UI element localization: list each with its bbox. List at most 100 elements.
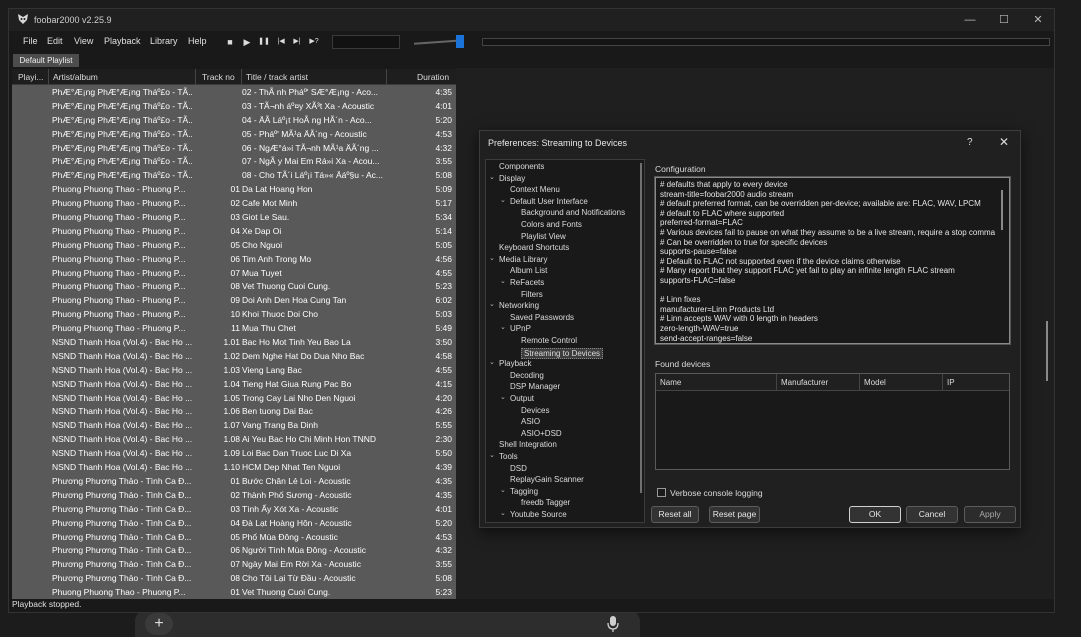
found-devices-list[interactable]: Name Manufacturer Model IP [655,373,1010,470]
table-row[interactable]: Phuong Phuong Thao - Phuong P... 07 Mua Tu… [12,267,456,281]
tree-item-colors-and-fonts[interactable]: Colors and Fonts [521,220,582,229]
column-divider[interactable] [195,69,196,85]
table-row[interactable]: Phương Phương Thảo - Tình Ca Đ... 04 Đà Lạ… [12,517,456,531]
col-model[interactable]: Model [864,378,886,387]
table-row[interactable]: NSND Thanh Hoa (Vol.4) - Bac Ho ... 1.03 V… [12,364,456,378]
maximize-icon[interactable]: ☐ [997,13,1011,27]
cancel-button[interactable]: Cancel [906,506,958,523]
tree-item-devices[interactable]: Devices [521,406,549,415]
table-row[interactable]: NSND Thanh Hoa (Vol.4) - Bac Ho ... 1.10 H… [12,461,456,475]
tree-item-decoding[interactable]: Decoding [510,371,544,380]
menu-edit[interactable]: Edit [47,36,63,46]
table-row[interactable]: Phương Phương Thảo - Tình Ca Đ... 07 Ngày … [12,558,456,572]
tree-item-media-library[interactable]: Media Library [499,255,547,264]
col-artist-album[interactable]: Artist/album [53,72,98,82]
reset-page-button[interactable]: Reset page [709,506,760,523]
close-window-icon[interactable]: ✕ [1031,13,1045,27]
col-playing[interactable]: Playi... [18,72,44,82]
apply-button[interactable]: Apply [964,506,1016,523]
tree-item-saved-passwords[interactable]: Saved Passwords [510,313,574,322]
column-divider[interactable] [386,69,387,85]
menu-view[interactable]: View [74,36,93,46]
expand-chevron-icon[interactable]: ⌄ [489,300,495,308]
panel-scrollbar[interactable] [1046,321,1048,381]
table-row[interactable]: Phương Phương Thảo - Tình Ca Đ... 03 Tình … [12,503,456,517]
table-row[interactable]: Phuong Phuong Thao - Phuong P... 09 Doi An… [12,294,456,308]
table-row[interactable]: Phuong Phuong Thao - Phuong P... 01 Vet Th… [12,586,456,599]
tree-item-components[interactable]: Components [499,162,544,171]
play-icon[interactable]: ▶ [240,36,254,48]
reset-all-button[interactable]: Reset all [651,506,699,523]
table-row[interactable]: NSND Thanh Hoa (Vol.4) - Bac Ho ... 1.06 B… [12,405,456,419]
tree-item-tools[interactable]: Tools [499,452,518,461]
table-row[interactable]: PhÆ°Æ¡ng PhÆ°Æ¡ng Tháº£o - TÃ... 05 - Phá… [12,128,456,142]
table-row[interactable]: PhÆ°Æ¡ng PhÆ°Æ¡ng Tháº£o - TÃ... 04 - ÄÃ … [12,114,456,128]
stop-icon[interactable]: ■ [223,36,237,48]
tree-item-streaming-to-devices[interactable]: Streaming to Devices [521,347,604,359]
table-row[interactable]: Phuong Phuong Thao - Phuong P... 01 Da Lat… [12,183,456,197]
table-row[interactable]: NSND Thanh Hoa (Vol.4) - Bac Ho ... 1.07 V… [12,419,456,433]
microphone-icon[interactable] [606,615,620,633]
tree-item-tagging[interactable]: Tagging [510,487,538,496]
table-row[interactable]: Phương Phương Thảo - Tình Ca Đ... 02 Thành… [12,489,456,503]
column-divider[interactable] [859,374,860,391]
table-row[interactable]: NSND Thanh Hoa (Vol.4) - Bac Ho ... 1.02 D… [12,350,456,364]
table-row[interactable]: PhÆ°Æ¡ng PhÆ°Æ¡ng Tháº£o - TÃ... 03 - TÃ¬… [12,100,456,114]
table-row[interactable]: NSND Thanh Hoa (Vol.4) - Bac Ho ... 1.04 T… [12,378,456,392]
tree-item-networking[interactable]: Networking [499,301,539,310]
tree-item-replaygain-scanner[interactable]: ReplayGain Scanner [510,475,584,484]
ok-button[interactable]: OK [849,506,901,523]
tree-item-context-menu[interactable]: Context Menu [510,185,560,194]
table-row[interactable]: Phương Phương Thảo - Tình Ca Đ... 01 Bước … [12,475,456,489]
table-row[interactable]: Phương Phương Thảo - Tình Ca Đ... 05 Phố M… [12,531,456,545]
table-row[interactable]: Phuong Phuong Thao - Phuong P... 03 Giot L… [12,211,456,225]
tree-item-refacets[interactable]: ReFacets [510,278,544,287]
expand-chevron-icon[interactable]: ⌄ [500,277,506,285]
table-row[interactable]: Phuong Phuong Thao - Phuong P... 06 Tim An… [12,253,456,267]
menu-help[interactable]: Help [188,36,207,46]
dialog-close-icon[interactable]: ✕ [999,135,1009,149]
config-scrollbar[interactable] [1001,190,1003,230]
column-divider[interactable] [776,374,777,391]
pause-icon[interactable]: ❚❚ [257,36,271,48]
table-row[interactable]: NSND Thanh Hoa (Vol.4) - Bac Ho ... 1.08 A… [12,433,456,447]
col-title-artist[interactable]: Title / track artist [246,72,308,82]
minimize-icon[interactable]: — [963,13,977,27]
expand-chevron-icon[interactable]: ⌄ [489,173,495,181]
menu-file[interactable]: File [23,36,38,46]
playback-order-dropdown[interactable] [332,35,400,49]
tree-item-shell-integration[interactable]: Shell Integration [499,440,557,449]
verbose-logging-checkbox[interactable] [657,488,666,497]
seek-bar[interactable] [482,38,1050,46]
column-divider[interactable] [48,69,49,85]
tree-item-freedb-tagger[interactable]: freedb Tagger [521,498,570,507]
table-row[interactable]: Phương Phương Thảo - Tình Ca Đ... 06 Người… [12,544,456,558]
menu-playback[interactable]: Playback [104,36,141,46]
tree-item-album-list[interactable]: Album List [510,266,547,275]
tree-item-playback[interactable]: Playback [499,359,531,368]
table-row[interactable]: PhÆ°Æ¡ng PhÆ°Æ¡ng Tháº£o - TÃ... 08 - Cho… [12,169,456,183]
col-ip[interactable]: IP [947,378,955,387]
column-divider[interactable] [241,69,242,85]
expand-chevron-icon[interactable]: ⌄ [489,254,495,262]
tree-item-dsd[interactable]: DSD [510,464,527,473]
expand-chevron-icon[interactable]: ⌄ [500,393,506,401]
column-divider[interactable] [942,374,943,391]
tree-item-background-and-notifications[interactable]: Background and Notifications [521,208,625,217]
previous-icon[interactable]: |◀ [274,36,288,48]
tree-item-upnp[interactable]: UPnP [510,324,531,333]
table-row[interactable]: NSND Thanh Hoa (Vol.4) - Bac Ho ... 1.01 B… [12,336,456,350]
help-icon[interactable]: ? [967,137,973,148]
table-row[interactable]: Phuong Phuong Thao - Phuong P... 05 Cho Ng… [12,239,456,253]
tree-item-output[interactable]: Output [510,394,534,403]
menu-library[interactable]: Library [150,36,178,46]
col-duration[interactable]: Duration [417,72,449,82]
tree-item-youtube-source[interactable]: Youtube Source [510,510,567,519]
expand-chevron-icon[interactable]: ⌄ [500,323,506,331]
tree-item-dsp-manager[interactable]: DSP Manager [510,382,560,391]
tree-item-asio[interactable]: ASIO [521,417,540,426]
expand-chevron-icon[interactable]: ⌄ [500,509,506,517]
table-row[interactable]: Phuong Phuong Thao - Phuong P... 02 Cafe M… [12,197,456,211]
table-row[interactable]: Phương Phương Thảo - Tình Ca Đ... 08 Cho T… [12,572,456,586]
expand-chevron-icon[interactable]: ⌄ [500,196,506,204]
